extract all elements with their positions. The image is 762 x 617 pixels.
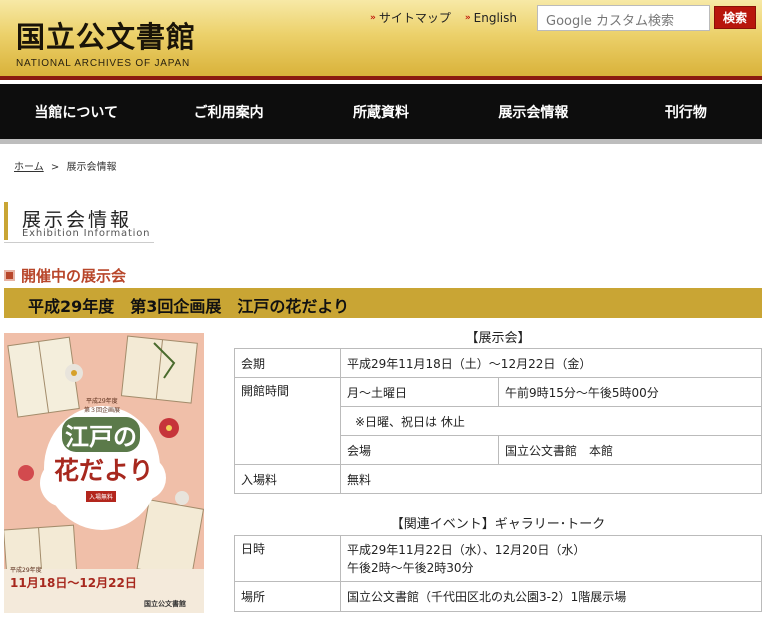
- poster-footer-name: 国立公文書館: [144, 600, 186, 608]
- poster-title-line2: 花だより: [54, 456, 154, 485]
- event-date-line2: 午後2時～午後2時30分: [347, 560, 474, 575]
- exhibition-table-caption: 【展示会】: [465, 331, 531, 346]
- nav-item-publications[interactable]: 刊行物: [610, 84, 762, 139]
- section-heading: 開催中の展示会: [4, 265, 126, 286]
- event-date-line1: 平成29年11月22日（水）、12月20日（水）: [347, 542, 586, 557]
- poster-date-start: 11月18日: [10, 576, 68, 590]
- period-value: 平成29年11月18日（土）～12月22日（金）: [340, 348, 762, 378]
- title-underline: [4, 242, 154, 243]
- hours-days: 月～土曜日: [340, 377, 499, 407]
- poster-free-badge: 入場無料: [86, 491, 117, 502]
- breadcrumb: ホーム > 展示会情報: [14, 158, 116, 173]
- event-place-label: 場所: [234, 581, 341, 612]
- period-label: 会期: [234, 348, 341, 378]
- poster-date-end: 12月22日: [79, 576, 137, 590]
- fee-label: 入場料: [234, 464, 341, 494]
- sitemap-link[interactable]: » サイトマップ: [370, 9, 451, 26]
- event-info-table: 日時 平成29年11月22日（水）、12月20日（水） 午後2時～午後2時30分…: [234, 535, 762, 612]
- hours-label: 開館時間: [234, 377, 341, 465]
- poster-small-sub: 第３回企画展: [84, 407, 121, 414]
- sitemap-label: サイトマップ: [378, 11, 451, 25]
- breadcrumb-separator: >: [50, 162, 60, 173]
- square-bullet-icon: [4, 270, 15, 281]
- page-title: 展示会情報 Exhibition Information: [4, 202, 762, 243]
- global-nav: 当館について ご利用案内 所蔵資料 展示会情報 刊行物: [0, 84, 762, 144]
- utility-links: » サイトマップ » English: [370, 9, 517, 26]
- breadcrumb-current: 展示会情報: [66, 162, 117, 173]
- fee-value: 無料: [340, 464, 762, 494]
- breadcrumb-home[interactable]: ホーム: [14, 162, 44, 173]
- logo-english: NATIONAL ARCHIVES OF JAPAN: [16, 58, 190, 69]
- exhibition-poster[interactable]: 平成29年度 第３回企画展 江戸の 花だより 入場無料 平成29年度 11月18…: [4, 333, 204, 613]
- exhibition-title: 平成29年度 第3回企画展 江戸の花だより: [4, 288, 762, 318]
- english-label: English: [473, 10, 518, 25]
- event-table-caption: 【関連イベント】ギャラリー･トーク: [390, 517, 606, 532]
- double-chevron-icon: »: [464, 12, 471, 23]
- event-date-label: 日時: [234, 535, 341, 582]
- nav-item-about[interactable]: 当館について: [0, 84, 152, 139]
- section-heading-text: 開催中の展示会: [21, 267, 127, 285]
- event-place-value: 国立公文書館（千代田区北の丸公園3-2）1階展示場: [340, 581, 762, 612]
- venue-label: 会場: [340, 435, 499, 465]
- hours-note: ※日曜、祝日は 休止: [340, 406, 762, 436]
- poster-year: 平成29年度: [10, 567, 42, 574]
- search-button[interactable]: 検索: [714, 6, 756, 29]
- nav-item-collections[interactable]: 所蔵資料: [305, 84, 457, 139]
- search-input[interactable]: Google カスタム検索: [537, 5, 710, 31]
- poster-title-line1: 江戸の: [62, 417, 140, 452]
- site-header: 国立公文書館 NATIONAL ARCHIVES OF JAPAN » サイトマ…: [0, 0, 762, 80]
- site-logo[interactable]: 国立公文書館 NATIONAL ARCHIVES OF JAPAN: [16, 14, 196, 69]
- page-title-en: Exhibition Information: [22, 228, 151, 239]
- double-chevron-icon: »: [370, 12, 376, 23]
- exhibition-info-table: 会期 平成29年11月18日（土）～12月22日（金） 開館時間 月～土曜日 午…: [234, 348, 762, 494]
- poster-small-top: 平成29年度: [86, 398, 118, 405]
- nav-item-exhibitions[interactable]: 展示会情報: [457, 84, 609, 139]
- hours-time: 午前9時15分～午後5時00分: [498, 377, 762, 407]
- english-link[interactable]: » English: [465, 9, 517, 26]
- title-accent-bar: [4, 202, 8, 240]
- logo-japanese: 国立公文書館: [16, 20, 197, 54]
- venue-value: 国立公文書館 本館: [498, 435, 762, 465]
- event-date-value: 平成29年11月22日（水）、12月20日（水） 午後2時～午後2時30分: [340, 535, 762, 582]
- poster-date: 11月18日〜12月22日: [10, 576, 137, 590]
- nav-item-guide[interactable]: ご利用案内: [152, 84, 304, 139]
